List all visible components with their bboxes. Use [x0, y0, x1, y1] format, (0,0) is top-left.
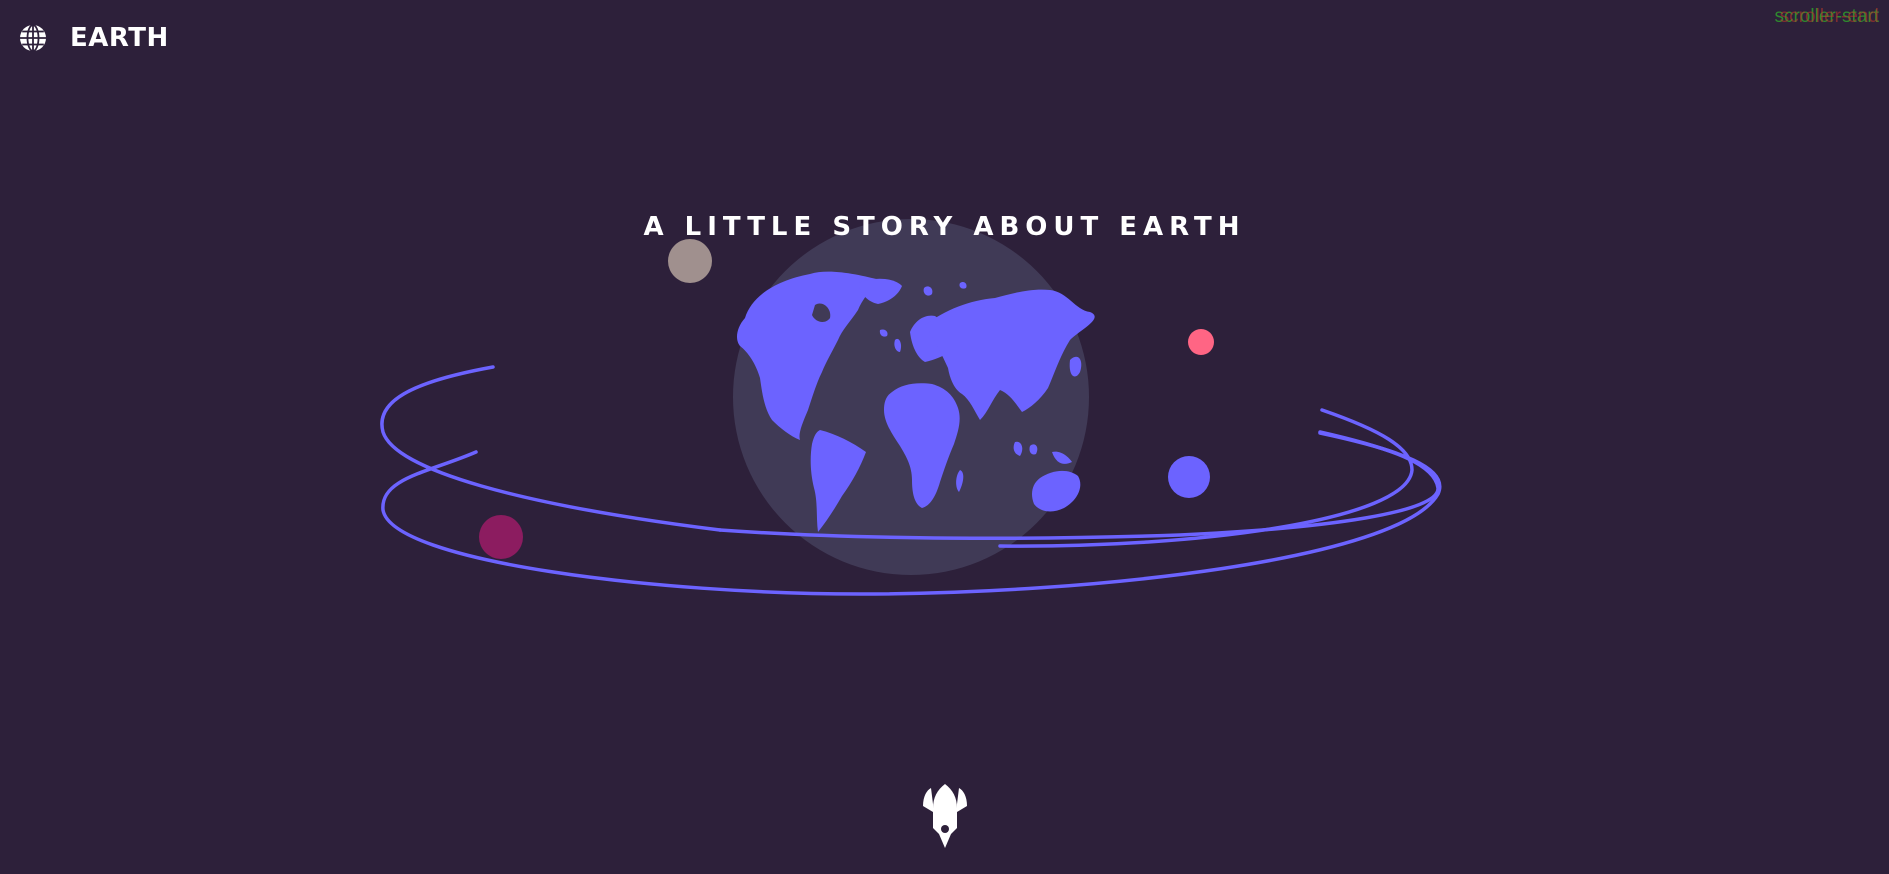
- orbit-back: [380, 365, 722, 532]
- planet-grey: [668, 239, 712, 283]
- rocket-icon[interactable]: [917, 778, 973, 852]
- planet-coral: [1188, 329, 1214, 355]
- hero-illustration: [380, 219, 1442, 596]
- planet-blue: [1168, 456, 1210, 498]
- hero-headline: A LITTLE STORY ABOUT EARTH: [643, 212, 1246, 242]
- planet-magenta: [479, 515, 523, 559]
